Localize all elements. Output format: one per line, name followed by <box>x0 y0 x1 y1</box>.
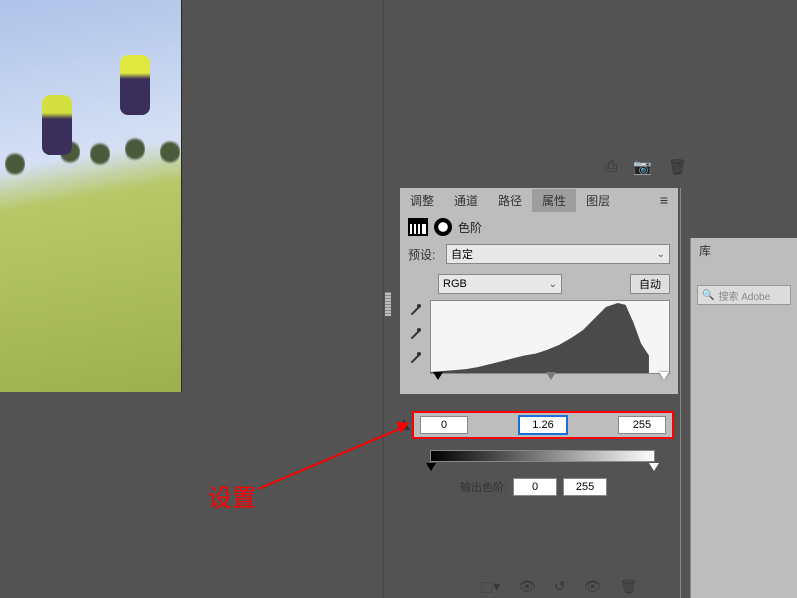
output-gradient[interactable] <box>430 450 655 462</box>
library-search-input[interactable]: 🔍 搜索 Adobe <box>697 285 791 305</box>
search-icon: 🔍 <box>702 290 714 301</box>
annotation-label: 设置 <box>208 478 256 513</box>
photo-detail <box>90 140 110 168</box>
eyedropper-group <box>408 300 424 374</box>
panel-divider-right[interactable] <box>680 188 681 598</box>
preset-label: 预设: <box>408 246 440 263</box>
levels-icon <box>408 218 428 236</box>
photo-detail <box>120 55 150 115</box>
input-levels-row <box>412 411 674 439</box>
camera-icon[interactable]: 📷 <box>633 158 652 176</box>
highlights-slider-handle[interactable] <box>659 372 669 380</box>
panel-menu-icon[interactable]: ≡ <box>660 192 678 208</box>
midtones-slider-handle[interactable] <box>546 372 556 380</box>
library-panel: 库 🔍 搜索 Adobe <box>690 238 797 598</box>
tab-library[interactable]: 库 <box>691 238 797 263</box>
output-highlights-handle[interactable] <box>649 463 659 471</box>
trash-icon[interactable]: 🗑 <box>668 158 687 176</box>
histogram-chart[interactable] <box>430 300 670 374</box>
tab-adjustments[interactable]: 调整 <box>400 189 444 212</box>
output-label: 输出色阶: <box>460 479 507 495</box>
delete-icon[interactable]: 🗑 <box>620 578 638 595</box>
output-levels-row: 输出色阶: <box>460 478 607 496</box>
eyedropper-gray-icon[interactable] <box>408 328 424 344</box>
clip-to-layer-icon[interactable]: ⬚▾ <box>480 578 500 595</box>
eyedropper-black-icon[interactable] <box>408 304 424 320</box>
canvas-image[interactable] <box>0 0 182 392</box>
photo-detail <box>160 138 180 166</box>
photo-detail <box>5 150 25 178</box>
tab-channels[interactable]: 通道 <box>444 189 488 212</box>
highlights-input[interactable] <box>618 416 666 434</box>
panel-divider[interactable] <box>382 0 384 598</box>
panel-title: 色阶 <box>458 219 482 236</box>
histogram-shape <box>431 301 649 373</box>
midtones-input[interactable] <box>519 416 567 434</box>
reset-icon[interactable]: ↺ <box>554 578 566 595</box>
preset-value: 自定 <box>451 246 473 262</box>
chevron-down-icon: ⌄ <box>549 279 557 290</box>
tab-paths[interactable]: 路径 <box>488 189 532 212</box>
tab-layers[interactable]: 图层 <box>576 189 620 212</box>
panel-footer-actions: ⬚▾ 👁 ↺ 👁 🗑 <box>480 578 637 595</box>
doc-actions: ⎙ 📷 🗑 <box>605 158 687 176</box>
auto-button[interactable]: 自动 <box>630 274 670 294</box>
mask-icon[interactable] <box>434 218 452 236</box>
properties-panel: 色阶 预设: 自定 ⌄ RGB ⌄ 自动 <box>400 212 678 394</box>
channel-value: RGB <box>443 278 467 290</box>
visibility-icon[interactable]: 👁 <box>518 578 536 595</box>
chevron-down-icon: ⌄ <box>657 249 665 260</box>
visibility2-icon[interactable]: 👁 <box>584 578 602 595</box>
preset-select[interactable]: 自定 ⌄ <box>446 244 670 264</box>
panel-grip[interactable] <box>385 292 391 316</box>
shadows-input[interactable] <box>420 416 468 434</box>
shadows-slider-handle[interactable] <box>433 372 443 380</box>
panel-tabs: 调整 通道 路径 属性 图层 ≡ <box>400 188 678 212</box>
eyedropper-white-icon[interactable] <box>408 352 424 368</box>
photo-detail <box>42 95 72 155</box>
library-search-placeholder: 搜索 Adobe <box>718 288 770 303</box>
photo-detail <box>125 135 145 163</box>
output-shadows-input[interactable] <box>513 478 557 496</box>
photo-placeholder <box>0 0 181 392</box>
export-icon[interactable]: ⎙ <box>605 158 617 176</box>
channel-select[interactable]: RGB ⌄ <box>438 274 562 294</box>
tab-properties[interactable]: 属性 <box>532 189 576 212</box>
output-highlights-input[interactable] <box>563 478 607 496</box>
input-slider-track[interactable] <box>438 374 664 384</box>
output-shadows-handle[interactable] <box>426 463 436 471</box>
